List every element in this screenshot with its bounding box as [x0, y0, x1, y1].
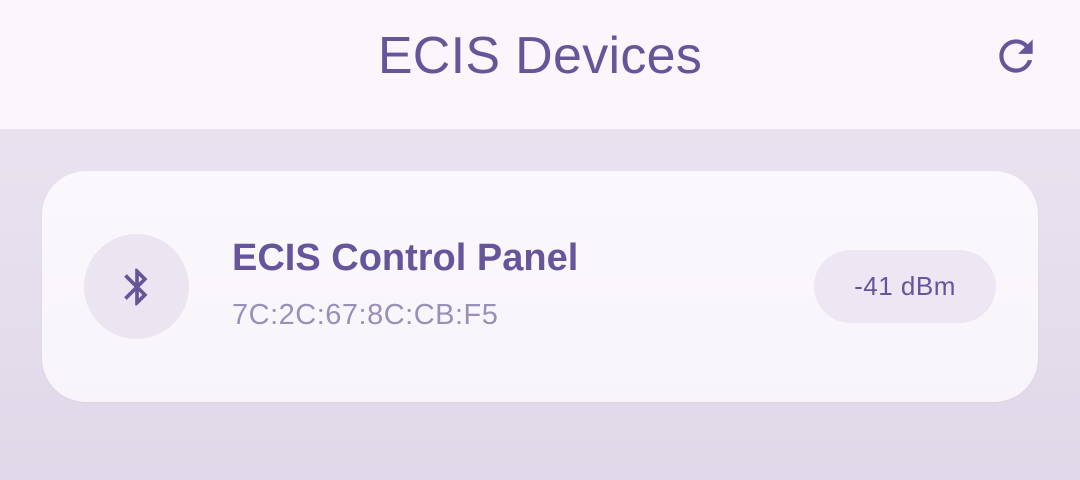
device-mac-address: 7C:2C:67:8C:CB:F5	[232, 299, 499, 331]
page-title: ECIS Devices	[377, 27, 703, 85]
rssi-badge: -41 dBm	[814, 250, 996, 323]
app-bar: ECIS Devices	[0, 0, 1080, 129]
device-list-item[interactable]: ECIS Control Panel 7C:2C:67:8C:CB:F5 -41…	[42, 171, 1038, 402]
bluetooth-icon	[123, 268, 147, 305]
device-avatar	[84, 234, 189, 339]
refresh-icon	[999, 39, 1033, 73]
refresh-button[interactable]	[986, 26, 1046, 86]
device-name: ECIS Control Panel	[232, 237, 579, 279]
